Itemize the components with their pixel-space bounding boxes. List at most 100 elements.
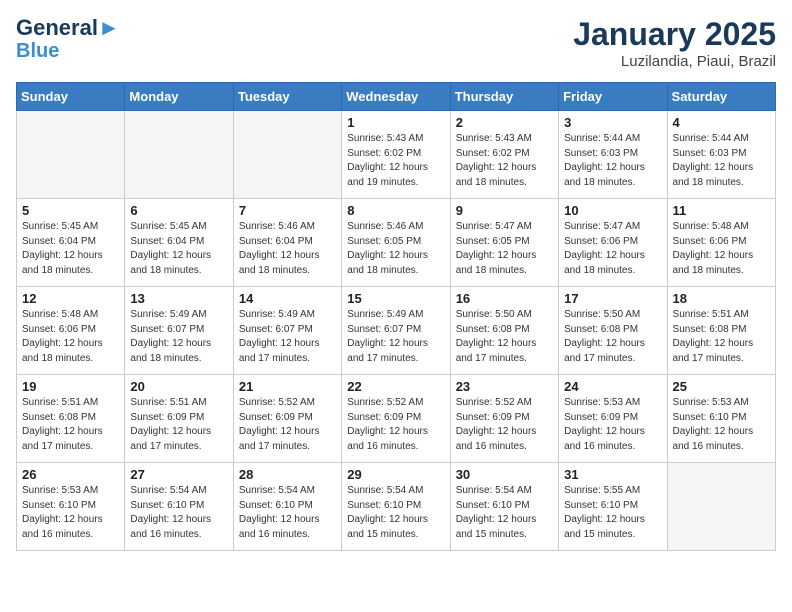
- header-wednesday: Wednesday: [342, 83, 450, 111]
- day-number: 4: [673, 115, 770, 130]
- logo-text: General►: [16, 16, 120, 40]
- day-cell: 6 Sunrise: 5:45 AMSunset: 6:04 PMDaylight…: [125, 199, 233, 287]
- day-number: 10: [564, 203, 661, 218]
- day-info: Sunrise: 5:43 AMSunset: 6:02 PMDaylight:…: [456, 132, 553, 190]
- day-cell: 21 Sunrise: 5:52 AMSunset: 6:09 PMDayligh…: [233, 375, 341, 463]
- day-cell: 9Sunrise: 5:47 AMSunset: 6:05 PMDaylight…: [450, 199, 558, 287]
- day-info: Sunrise: 5:50 AMSunset: 6:08 PMDaylight:…: [564, 308, 661, 366]
- day-number: 22: [347, 379, 444, 394]
- day-cell: 22 Sunrise: 5:52 AMSunset: 6:09 PMDayligh…: [342, 375, 450, 463]
- day-cell: [17, 111, 125, 199]
- day-number: 31: [564, 467, 661, 482]
- day-number: 29: [347, 467, 444, 482]
- day-info: Sunrise: 5:51 AMSunset: 6:08 PMDaylight:…: [673, 308, 770, 366]
- day-info: Sunrise: 5:45 AMSunset: 6:04 PMDaylight:…: [22, 220, 119, 278]
- day-number: 18: [673, 291, 770, 306]
- day-number: 13: [130, 291, 227, 306]
- day-info: Sunrise: 5:43 AMSunset: 6:02 PMDaylight:…: [347, 132, 444, 190]
- header-monday: Monday: [125, 83, 233, 111]
- day-info: Sunrise: 5:52 AMSunset: 6:09 PMDaylight:…: [239, 396, 336, 454]
- day-info: Sunrise: 5:53 AMSunset: 6:10 PMDaylight:…: [673, 396, 770, 454]
- day-cell: 7 Sunrise: 5:46 AMSunset: 6:04 PMDaylight…: [233, 199, 341, 287]
- day-cell: 16 Sunrise: 5:50 AMSunset: 6:08 PMDayligh…: [450, 287, 558, 375]
- day-info: Sunrise: 5:48 AMSunset: 6:06 PMDaylight:…: [22, 308, 119, 366]
- day-info: Sunrise: 5:53 AMSunset: 6:10 PMDaylight:…: [22, 484, 119, 542]
- day-info: Sunrise: 5:53 AMSunset: 6:09 PMDaylight:…: [564, 396, 661, 454]
- day-number: 19: [22, 379, 119, 394]
- day-info: Sunrise: 5:46 AMSunset: 6:05 PMDaylight:…: [347, 220, 444, 278]
- day-cell: 29 Sunrise: 5:54 AMSunset: 6:10 PMDayligh…: [342, 463, 450, 551]
- logo-blue: Blue: [16, 40, 120, 62]
- day-info: Sunrise: 5:52 AMSunset: 6:09 PMDaylight:…: [347, 396, 444, 454]
- day-cell: 26 Sunrise: 5:53 AMSunset: 6:10 PMDayligh…: [17, 463, 125, 551]
- day-cell: [125, 111, 233, 199]
- week-row-4: 26 Sunrise: 5:53 AMSunset: 6:10 PMDayligh…: [17, 463, 776, 551]
- calendar: Sunday Monday Tuesday Wednesday Thursday…: [16, 82, 776, 551]
- day-number: 6: [130, 203, 227, 218]
- day-info: Sunrise: 5:49 AMSunset: 6:07 PMDaylight:…: [239, 308, 336, 366]
- day-cell: 14Sunrise: 5:49 AMSunset: 6:07 PMDayligh…: [233, 287, 341, 375]
- header-sunday: Sunday: [17, 83, 125, 111]
- day-number: 30: [456, 467, 553, 482]
- day-cell: 10 Sunrise: 5:47 AMSunset: 6:06 PMDayligh…: [559, 199, 667, 287]
- day-cell: 17 Sunrise: 5:50 AMSunset: 6:08 PMDayligh…: [559, 287, 667, 375]
- day-number: 5: [22, 203, 119, 218]
- day-number: 8: [347, 203, 444, 218]
- day-cell: 27Sunrise: 5:54 AMSunset: 6:10 PMDayligh…: [125, 463, 233, 551]
- day-info: Sunrise: 5:54 AMSunset: 6:10 PMDaylight:…: [130, 484, 227, 542]
- day-cell: [233, 111, 341, 199]
- day-cell: 20Sunrise: 5:51 AMSunset: 6:09 PMDayligh…: [125, 375, 233, 463]
- day-number: 15: [347, 291, 444, 306]
- day-number: 9: [456, 203, 553, 218]
- day-cell: 13 Sunrise: 5:49 AMSunset: 6:07 PMDayligh…: [125, 287, 233, 375]
- header-saturday: Saturday: [667, 83, 775, 111]
- day-info: Sunrise: 5:47 AMSunset: 6:06 PMDaylight:…: [564, 220, 661, 278]
- day-cell: 25 Sunrise: 5:53 AMSunset: 6:10 PMDayligh…: [667, 375, 775, 463]
- day-number: 26: [22, 467, 119, 482]
- day-info: Sunrise: 5:46 AMSunset: 6:04 PMDaylight:…: [239, 220, 336, 278]
- day-number: 2: [456, 115, 553, 130]
- day-cell: 3Sunrise: 5:44 AMSunset: 6:03 PMDaylight…: [559, 111, 667, 199]
- day-number: 7: [239, 203, 336, 218]
- day-number: 16: [456, 291, 553, 306]
- week-row-2: 12 Sunrise: 5:48 AMSunset: 6:06 PMDayligh…: [17, 287, 776, 375]
- day-info: Sunrise: 5:45 AMSunset: 6:04 PMDaylight:…: [130, 220, 227, 278]
- day-cell: 2 Sunrise: 5:43 AMSunset: 6:02 PMDaylight…: [450, 111, 558, 199]
- day-cell: 24 Sunrise: 5:53 AMSunset: 6:09 PMDayligh…: [559, 375, 667, 463]
- day-number: 21: [239, 379, 336, 394]
- logo: General► Blue: [16, 16, 120, 62]
- day-cell: 19 Sunrise: 5:51 AMSunset: 6:08 PMDayligh…: [17, 375, 125, 463]
- day-number: 24: [564, 379, 661, 394]
- day-info: Sunrise: 5:54 AMSunset: 6:10 PMDaylight:…: [347, 484, 444, 542]
- day-info: Sunrise: 5:51 AMSunset: 6:09 PMDaylight:…: [130, 396, 227, 454]
- day-cell: 1 Sunrise: 5:43 AMSunset: 6:02 PMDaylight…: [342, 111, 450, 199]
- month-year: January 2025: [573, 16, 776, 53]
- day-info: Sunrise: 5:49 AMSunset: 6:07 PMDaylight:…: [130, 308, 227, 366]
- day-info: Sunrise: 5:48 AMSunset: 6:06 PMDaylight:…: [673, 220, 770, 278]
- day-info: Sunrise: 5:50 AMSunset: 6:08 PMDaylight:…: [456, 308, 553, 366]
- week-row-1: 5 Sunrise: 5:45 AMSunset: 6:04 PMDaylight…: [17, 199, 776, 287]
- week-row-0: 1 Sunrise: 5:43 AMSunset: 6:02 PMDaylight…: [17, 111, 776, 199]
- day-cell: 15 Sunrise: 5:49 AMSunset: 6:07 PMDayligh…: [342, 287, 450, 375]
- day-number: 17: [564, 291, 661, 306]
- calendar-header-row: Sunday Monday Tuesday Wednesday Thursday…: [17, 83, 776, 111]
- day-info: Sunrise: 5:51 AMSunset: 6:08 PMDaylight:…: [22, 396, 119, 454]
- day-cell: 5 Sunrise: 5:45 AMSunset: 6:04 PMDaylight…: [17, 199, 125, 287]
- day-cell: 8 Sunrise: 5:46 AMSunset: 6:05 PMDaylight…: [342, 199, 450, 287]
- day-number: 12: [22, 291, 119, 306]
- day-number: 23: [456, 379, 553, 394]
- day-number: 1: [347, 115, 444, 130]
- day-number: 25: [673, 379, 770, 394]
- day-info: Sunrise: 5:49 AMSunset: 6:07 PMDaylight:…: [347, 308, 444, 366]
- day-info: Sunrise: 5:55 AMSunset: 6:10 PMDaylight:…: [564, 484, 661, 542]
- header-tuesday: Tuesday: [233, 83, 341, 111]
- day-number: 11: [673, 203, 770, 218]
- header-friday: Friday: [559, 83, 667, 111]
- day-cell: [667, 463, 775, 551]
- day-info: Sunrise: 5:54 AMSunset: 6:10 PMDaylight:…: [239, 484, 336, 542]
- day-info: Sunrise: 5:44 AMSunset: 6:03 PMDaylight:…: [673, 132, 770, 190]
- day-cell: 30Sunrise: 5:54 AMSunset: 6:10 PMDayligh…: [450, 463, 558, 551]
- day-cell: 28Sunrise: 5:54 AMSunset: 6:10 PMDayligh…: [233, 463, 341, 551]
- day-cell: 11 Sunrise: 5:48 AMSunset: 6:06 PMDayligh…: [667, 199, 775, 287]
- title-block: January 2025 Luzilandia, Piaui, Brazil: [573, 16, 776, 70]
